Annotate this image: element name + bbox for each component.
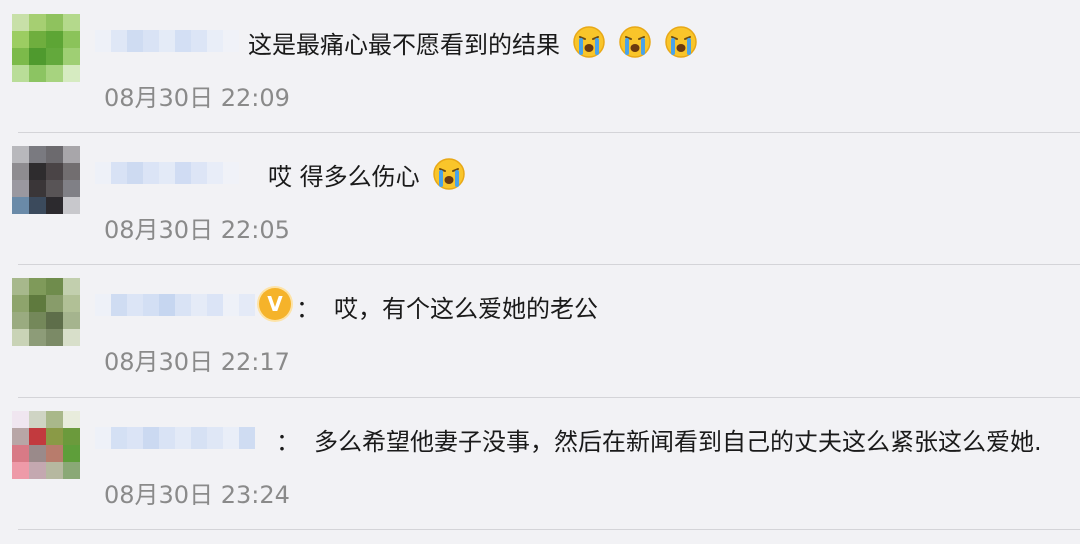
comment-item: 哎 得多么伤心 08月30日 22:05 — [0, 132, 1080, 264]
comment-text: 哎，有个这么爱她的老公 — [334, 294, 598, 323]
comment-timestamp: 08月30日 23:24 — [104, 481, 290, 509]
crying-face-icon — [573, 26, 605, 58]
avatar[interactable] — [12, 278, 80, 346]
comment-content: 这是最痛心最不愿看到的结果 — [248, 24, 698, 60]
username[interactable] — [95, 30, 245, 52]
avatar[interactable] — [12, 146, 80, 214]
comment-text: 这是最痛心最不愿看到的结果 — [248, 30, 560, 59]
avatar[interactable] — [12, 411, 80, 479]
comment-item: ： 多么希望他妻子没事，然后在新闻看到自己的丈夫这么紧张这么爱她. 08月30日… — [0, 397, 1080, 529]
divider — [18, 529, 1080, 530]
comment-separator: ： — [296, 294, 320, 323]
comment-content: ： 哎，有个这么爱她的老公 — [296, 288, 598, 324]
comment-timestamp: 08月30日 22:17 — [104, 348, 290, 376]
comment-item: 这是最痛心最不愿看到的结果 08月30日 22:09 — [0, 0, 1080, 132]
comment-timestamp: 08月30日 22:05 — [104, 216, 290, 244]
comment-content: 哎 得多么伤心 — [268, 156, 466, 192]
username[interactable] — [95, 294, 255, 316]
comment-item: ： 哎，有个这么爱她的老公 08月30日 22:17 — [0, 264, 1080, 396]
comment-text: 多么希望他妻子没事，然后在新闻看到自己的丈夫这么紧张这么爱她. — [314, 427, 1042, 456]
comment-content: ： 多么希望他妻子没事，然后在新闻看到自己的丈夫这么紧张这么爱她. — [276, 421, 1042, 457]
crying-face-icon — [619, 26, 651, 58]
comment-feed: 这是最痛心最不愿看到的结果 08月30日 22:09 哎 得多么伤心 08月30… — [0, 0, 1080, 544]
crying-face-icon — [432, 158, 465, 190]
username[interactable] — [95, 427, 265, 449]
crying-face-icon — [665, 26, 697, 58]
comment-timestamp: 08月30日 22:09 — [104, 84, 290, 112]
comment-separator: ： — [276, 427, 300, 456]
username[interactable] — [95, 162, 245, 184]
avatar[interactable] — [12, 14, 80, 82]
comment-text: 哎 得多么伤心 — [268, 162, 420, 191]
verified-v-badge-icon: V — [259, 288, 291, 320]
